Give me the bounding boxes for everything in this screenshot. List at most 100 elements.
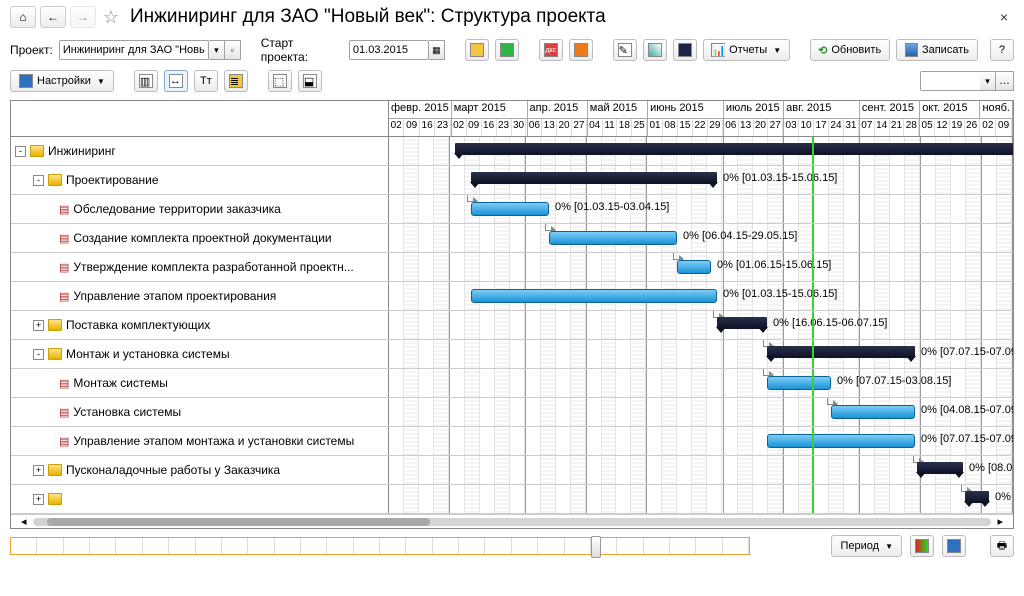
project-combo[interactable]: [59, 40, 209, 60]
bar-caption: 0% [16.06.15-06.07.15]: [773, 317, 887, 329]
folder-icon: [48, 464, 62, 476]
month-label: сент. 2015: [860, 101, 919, 119]
project-combo-open[interactable]: ▫: [225, 40, 241, 60]
project-combo-dropdown[interactable]: ▾: [209, 40, 225, 60]
week-label: 16: [420, 119, 435, 136]
collapse-toggle[interactable]: -: [33, 349, 44, 360]
page-title: Инжиниринг для ЗАО "Новый век": Структур…: [130, 6, 606, 28]
gantt-row: -Монтаж и установка системы0% [07.07.15-…: [11, 340, 1013, 369]
back-button[interactable]: ←: [40, 6, 66, 28]
close-button[interactable]: ×: [994, 9, 1014, 25]
gantt-row: ▤Монтаж системы 0% [07.07.15-03.08.15]: [11, 369, 1013, 398]
save-button[interactable]: Записать: [896, 39, 978, 61]
week-label: 04: [588, 119, 603, 136]
page-button[interactable]: [643, 39, 667, 61]
tree-button[interactable]: ≣: [224, 70, 248, 92]
start-date-picker[interactable]: ▦: [429, 40, 445, 60]
summary-bar[interactable]: [767, 346, 915, 358]
print-button[interactable]: 🖶: [990, 535, 1014, 557]
folder-icon: [48, 493, 62, 505]
text-view-button[interactable]: Tᴛ: [194, 70, 218, 92]
task-label-cell[interactable]: -Монтаж и установка системы: [11, 340, 389, 368]
edit-button[interactable]: ✎: [613, 39, 637, 61]
month-column: окт. 201505121926: [920, 101, 980, 136]
task-label-cell[interactable]: -Инжиниринг: [11, 137, 389, 165]
summary-bar[interactable]: [965, 491, 989, 503]
filter-combo-dropdown[interactable]: ▾: [980, 71, 996, 91]
month-label: июнь 2015: [648, 101, 723, 119]
view-link-button[interactable]: ↔: [164, 70, 188, 92]
task-bar[interactable]: [767, 434, 915, 448]
task-label-cell[interactable]: +Пусконаладочные работы у Заказчика: [11, 456, 389, 484]
expand-all-button[interactable]: ⬚: [268, 70, 292, 92]
favorite-star-icon[interactable]: ☆: [100, 6, 122, 28]
task-bar[interactable]: [831, 405, 915, 419]
month-column: сент. 201507142128: [860, 101, 920, 136]
task-bar[interactable]: [677, 260, 711, 274]
help-button[interactable]: ?: [990, 39, 1014, 61]
orange-doc-button[interactable]: [569, 39, 593, 61]
start-date-input[interactable]: [349, 40, 429, 60]
reports-button[interactable]: 📊 Отчеты ▼: [703, 39, 790, 61]
horizontal-scrollbar[interactable]: ◂▸: [11, 514, 1013, 528]
bar-caption: 0% [07.07.15-03.08.15]: [837, 375, 951, 387]
refresh-label: Обновить: [831, 44, 881, 56]
document-icon: ▤: [59, 377, 69, 390]
open-folder-button[interactable]: [465, 39, 489, 61]
expand-toggle[interactable]: +: [33, 320, 44, 331]
gantt-row: -Проектирование0% [01.03.15-15.06.15]: [11, 166, 1013, 195]
zoom-slider-handle[interactable]: [591, 536, 601, 558]
filter-combo[interactable]: [920, 71, 980, 91]
link-style-button[interactable]: [942, 535, 966, 557]
task-label-cell[interactable]: ▤Создание комплекта проектной документац…: [11, 224, 389, 252]
task-label-cell[interactable]: ▤Утверждение комплекта разработанной про…: [11, 253, 389, 281]
forward-button[interactable]: →: [70, 6, 96, 28]
summary-bar[interactable]: [717, 317, 767, 329]
task-label-cell[interactable]: ▤Управление этапом монтажа и установки с…: [11, 427, 389, 455]
week-label: 22: [693, 119, 708, 136]
task-bar[interactable]: [767, 376, 831, 390]
chevron-down-icon: ▼: [97, 77, 105, 86]
month-label: окт. 2015: [920, 101, 979, 119]
settings-label: Настройки: [37, 75, 91, 87]
summary-bar[interactable]: [471, 172, 717, 184]
summary-bar[interactable]: [455, 143, 1013, 155]
task-label-cell[interactable]: +Поставка комплектующих: [11, 311, 389, 339]
expand-toggle[interactable]: +: [33, 494, 44, 505]
task-label-cell[interactable]: ▤Управление этапом проектирования: [11, 282, 389, 310]
stack-button[interactable]: [673, 39, 697, 61]
bar-caption: 0% [29.09.15...: [995, 491, 1013, 503]
zoom-slider[interactable]: [10, 537, 750, 555]
filter-ellipsis[interactable]: …: [996, 71, 1014, 91]
project-label: Проект:: [10, 43, 53, 57]
task-bar[interactable]: [471, 289, 717, 303]
red-doc-button[interactable]: дкс: [539, 39, 563, 61]
refresh-button[interactable]: ⟲ Обновить: [810, 39, 890, 61]
task-label-cell[interactable]: +: [11, 485, 389, 513]
week-label: 27: [572, 119, 587, 136]
columns-button[interactable]: ▥: [134, 70, 158, 92]
task-name: Установка системы: [73, 405, 181, 419]
collapse-toggle[interactable]: -: [33, 175, 44, 186]
home-button[interactable]: ⌂: [10, 6, 36, 28]
week-label: 02: [452, 119, 467, 136]
today-line: [812, 398, 814, 426]
task-label-cell[interactable]: ▤Монтаж системы: [11, 369, 389, 397]
period-button[interactable]: Период ▼: [831, 535, 902, 557]
gantt-row-chart: 0% [07.07.15-03.08.15]: [389, 369, 1013, 397]
today-line: [812, 253, 814, 281]
settings-button[interactable]: Настройки ▼: [10, 70, 114, 92]
gantt-row-chart: 0% [04.08.15-07.09.15]: [389, 398, 1013, 426]
expand-toggle[interactable]: +: [33, 465, 44, 476]
collapse-toggle[interactable]: -: [15, 146, 26, 157]
week-label: 01: [648, 119, 663, 136]
task-label-cell[interactable]: ▤Установка системы: [11, 398, 389, 426]
summary-bar[interactable]: [917, 462, 963, 474]
task-bar[interactable]: [471, 202, 549, 216]
task-label-cell[interactable]: -Проектирование: [11, 166, 389, 194]
bar-style-button[interactable]: [910, 535, 934, 557]
collapse-all-button[interactable]: ⬓: [298, 70, 322, 92]
task-label-cell[interactable]: ▤Обследование территории заказчика: [11, 195, 389, 223]
green-action-button[interactable]: [495, 39, 519, 61]
task-bar[interactable]: [549, 231, 677, 245]
